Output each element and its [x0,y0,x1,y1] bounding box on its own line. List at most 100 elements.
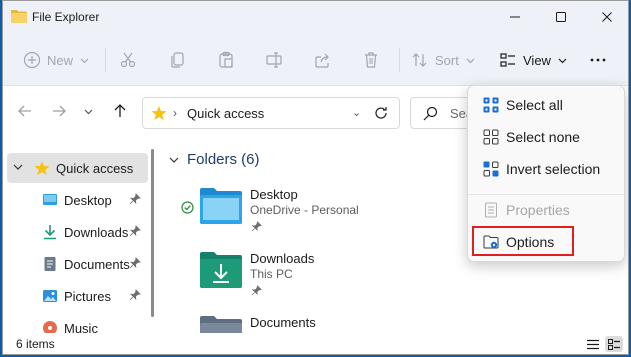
share-button[interactable] [314,46,332,74]
highlight-box [472,226,574,256]
folders-group-header[interactable]: Folders (6) [169,151,260,168]
window-title: File Explorer [32,10,100,24]
view-button[interactable]: View [499,46,567,74]
desktop-folder-icon [200,188,242,224]
up-button[interactable] [111,102,129,120]
paste-icon [219,51,233,68]
tiles-view-icon [608,338,620,350]
sidebar-item-desktop[interactable]: Desktop [7,185,148,215]
recent-locations-button[interactable] [83,102,93,120]
sidebar-item-label: Downloads [64,225,129,240]
sync-status-icon [181,201,194,214]
delete-icon [365,52,377,68]
folder-location: OneDrive - Personal [250,203,359,217]
maximize-button[interactable] [538,1,584,33]
sidebar-scrollbar[interactable] [151,149,154,317]
sidebar-item-label: Quick access [56,161,134,176]
downloads-folder-icon [200,252,242,288]
chevron-down-icon [84,109,92,114]
command-bar: New Sort View [3,34,628,86]
star-icon [151,106,167,120]
chevron-down-icon[interactable]: ⌄ [352,106,361,119]
paste-button[interactable] [217,46,235,74]
item-count: 6 items [16,337,55,351]
chevron-down-icon [13,164,23,170]
sort-label: Sort [435,52,459,68]
address-bar[interactable]: › Quick access ⌄ [142,97,400,129]
select-all-icon [483,97,499,113]
select-none-icon [483,129,499,145]
sidebar-item-label: Desktop [64,193,112,208]
see-more-menu: Select all Select none Invert selection … [467,85,625,262]
menu-item-label: Select all [506,97,563,113]
breadcrumb: Quick access [187,106,265,121]
pin-icon [129,289,141,301]
chevron-down-icon [466,58,475,63]
new-button[interactable]: New [23,46,89,74]
menu-item-select-none[interactable]: Select none [474,122,620,152]
cut-icon [120,52,136,68]
folder-icon [11,10,27,23]
title-bar: File Explorer [3,1,628,34]
pin-icon [251,285,262,296]
details-view-icon [587,339,599,349]
chevron-down-icon [80,58,89,63]
toolbar-separator [399,48,400,72]
view-icon [500,53,515,67]
tiles-view-button[interactable] [605,336,623,352]
plus-circle-icon [23,51,41,69]
minimize-icon [510,16,520,18]
chevron-down-icon [558,58,567,63]
sidebar-item-label: Documents [64,257,130,272]
menu-item-label: Invert selection [506,161,601,177]
minimize-button[interactable] [492,1,538,33]
arrow-right-icon [53,105,66,117]
folder-name: Desktop [250,187,298,202]
refresh-icon[interactable] [373,105,389,121]
close-button[interactable] [584,1,628,33]
section-title: Folders (6) [187,151,260,168]
folder-item-desktop[interactable]: Desktop OneDrive - Personal [173,183,433,243]
delete-button[interactable] [362,46,380,74]
search-icon [423,106,438,121]
breadcrumb-separator: › [173,106,177,120]
maximize-icon [556,12,566,22]
copy-button[interactable] [169,46,187,74]
pin-icon [129,257,141,269]
menu-item-invert-selection[interactable]: Invert selection [474,154,620,184]
copy-icon [171,52,184,68]
toolbar-separator [105,48,106,72]
rename-button[interactable] [265,46,283,74]
forward-button[interactable] [50,102,68,120]
star-icon [34,161,50,175]
status-bar: 6 items [3,333,628,354]
more-options-button[interactable] [589,46,607,74]
arrow-up-icon [114,104,126,117]
document-icon [44,257,56,271]
download-icon [44,225,56,240]
close-icon [602,12,612,22]
sort-button[interactable]: Sort [411,46,475,74]
sidebar-item-label: Pictures [64,289,111,304]
folder-name: Documents [250,315,316,330]
sidebar-item-quick-access[interactable]: Quick access [7,153,148,183]
cut-button[interactable] [119,46,137,74]
desktop-icon [43,194,57,205]
new-label: New [47,52,74,68]
pin-icon [129,193,141,205]
arrow-left-icon [18,105,31,117]
sidebar-item-documents[interactable]: Documents [7,249,148,279]
menu-item-select-all[interactable]: Select all [474,90,620,120]
sidebar-item-pictures[interactable]: Pictures [7,281,148,311]
view-label: View [523,52,551,68]
folder-location: This PC [250,267,293,281]
chevron-down-icon [169,157,179,163]
menu-item-label: Select none [506,129,580,145]
sidebar-item-downloads[interactable]: Downloads [7,217,148,247]
file-explorer-window: File Explorer New Sort View › Quick acce… [2,0,629,355]
details-view-button[interactable] [584,336,602,352]
menu-item-properties[interactable]: Properties [474,195,620,225]
more-icon [590,58,606,62]
folder-item-downloads[interactable]: Downloads This PC [173,247,433,307]
back-button[interactable] [16,102,34,120]
